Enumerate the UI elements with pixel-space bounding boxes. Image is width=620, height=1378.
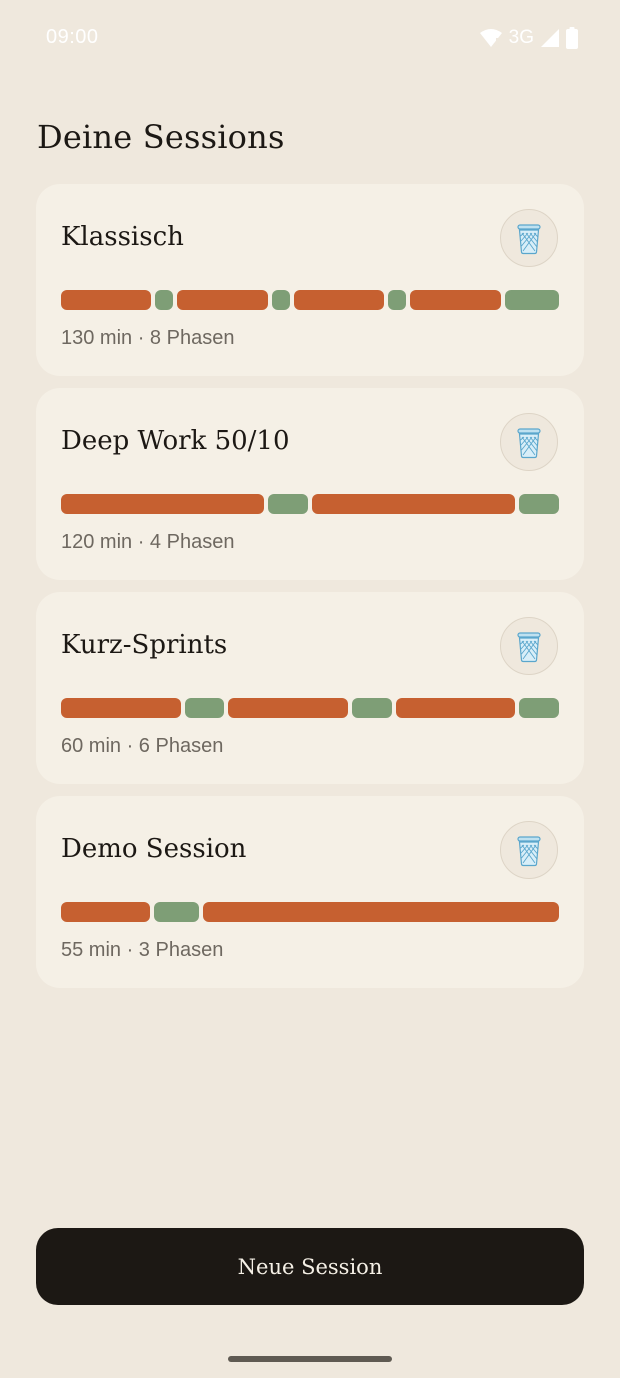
break-phase-segment: [351, 698, 392, 718]
focus-phase-segment: [61, 698, 181, 718]
focus-phase-segment: [293, 290, 385, 310]
delete-session-button[interactable]: [500, 821, 558, 879]
delete-session-button[interactable]: [500, 413, 558, 471]
phase-bar: [61, 494, 559, 514]
session-meta: 120 min · 4 Phasen: [61, 531, 235, 553]
delete-session-button[interactable]: [500, 617, 558, 675]
page-title: Deine Sessions: [37, 118, 285, 156]
trash-icon: [517, 428, 541, 459]
focus-phase-segment: [395, 698, 516, 718]
battery-icon: [566, 27, 578, 49]
break-phase-segment: [271, 290, 290, 310]
focus-phase-segment: [228, 698, 348, 718]
delete-session-button[interactable]: [500, 209, 558, 267]
trash-icon: [517, 632, 541, 663]
status-time: 09:00: [46, 26, 99, 48]
new-session-button[interactable]: Neue Session: [36, 1228, 584, 1305]
focus-phase-segment: [202, 902, 559, 922]
break-phase-segment: [519, 698, 559, 718]
home-indicator[interactable]: [228, 1356, 392, 1362]
session-list: Klassisch 130 min · 8 Phasen Deep Work 5…: [36, 184, 584, 1000]
break-phase-segment: [154, 902, 199, 922]
phase-bar: [61, 698, 559, 718]
wifi-icon: [479, 29, 502, 48]
break-phase-segment: [184, 698, 225, 718]
focus-phase-segment: [410, 290, 501, 310]
trash-icon: [517, 224, 541, 255]
status-icons: 3G: [479, 27, 578, 49]
session-name: Deep Work 50/10: [61, 426, 290, 456]
break-phase-segment: [267, 494, 308, 514]
break-phase-segment: [518, 494, 559, 514]
break-phase-segment: [504, 290, 560, 310]
session-meta: 60 min · 6 Phasen: [61, 735, 224, 757]
session-card[interactable]: Kurz-Sprints 60 min · 6 Phasen: [36, 592, 584, 784]
focus-phase-segment: [61, 902, 151, 922]
status-bar: 09:00 3G: [0, 0, 620, 78]
session-name: Kurz-Sprints: [61, 630, 228, 660]
phase-bar: [61, 902, 559, 922]
trash-icon: [517, 836, 541, 867]
phase-bar: [61, 290, 560, 310]
focus-phase-segment: [312, 494, 515, 514]
focus-phase-segment: [61, 290, 152, 310]
signal-icon: [541, 29, 559, 47]
break-phase-segment: [388, 290, 407, 310]
focus-phase-segment: [177, 290, 268, 310]
session-name: Klassisch: [61, 222, 184, 252]
session-name: Demo Session: [61, 834, 247, 864]
break-phase-segment: [155, 290, 174, 310]
session-card[interactable]: Klassisch 130 min · 8 Phasen: [36, 184, 584, 376]
session-meta: 130 min · 8 Phasen: [61, 327, 235, 349]
focus-phase-segment: [61, 494, 264, 514]
session-meta: 55 min · 3 Phasen: [61, 939, 224, 961]
session-card[interactable]: Deep Work 50/10 120 min · 4 Phasen: [36, 388, 584, 580]
network-type: 3G: [508, 27, 534, 48]
session-card[interactable]: Demo Session 55 min · 3 Phasen: [36, 796, 584, 988]
